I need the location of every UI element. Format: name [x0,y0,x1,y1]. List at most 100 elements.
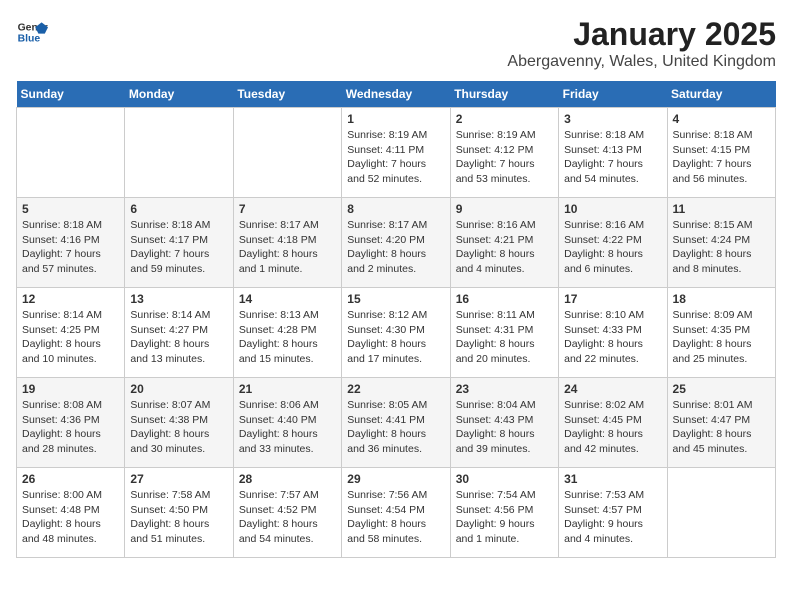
day-number: 15 [347,292,444,306]
day-header-sunday: Sunday [17,81,125,108]
calendar-cell: 13Sunrise: 8:14 AM Sunset: 4:27 PM Dayli… [125,288,233,378]
day-info: Sunrise: 8:19 AM Sunset: 4:11 PM Dayligh… [347,128,444,187]
day-info: Sunrise: 8:08 AM Sunset: 4:36 PM Dayligh… [22,398,119,457]
calendar-cell [667,468,775,558]
day-header-wednesday: Wednesday [342,81,450,108]
header: General Blue January 2025 Abergavenny, W… [16,16,776,71]
calendar-header-row: SundayMondayTuesdayWednesdayThursdayFrid… [17,81,776,108]
day-number: 12 [22,292,119,306]
day-number: 11 [673,202,770,216]
day-info: Sunrise: 8:01 AM Sunset: 4:47 PM Dayligh… [673,398,770,457]
day-info: Sunrise: 8:07 AM Sunset: 4:38 PM Dayligh… [130,398,227,457]
day-number: 4 [673,112,770,126]
calendar-cell: 6 Sunrise: 8:18 AM Sunset: 4:17 PM Daylig… [125,198,233,288]
calendar-cell: 24 Sunrise: 8:02 AM Sunset: 4:45 PM Dayli… [559,378,667,468]
day-info: Sunrise: 7:53 AM Sunset: 4:57 PM Dayligh… [564,488,661,547]
calendar-cell: 20Sunrise: 8:07 AM Sunset: 4:38 PM Dayli… [125,378,233,468]
day-header-tuesday: Tuesday [233,81,341,108]
calendar-cell: 2 Sunrise: 8:19 AM Sunset: 4:12 PM Daylig… [450,108,558,198]
day-info: Sunrise: 8:18 AM Sunset: 4:13 PM Dayligh… [564,128,661,187]
week-row-1: 1 Sunrise: 8:19 AM Sunset: 4:11 PM Daylig… [17,108,776,198]
day-number: 2 [456,112,553,126]
logo-icon: General Blue [16,16,48,48]
day-info: Sunrise: 8:15 AM Sunset: 4:24 PM Dayligh… [673,218,770,277]
calendar-cell: 15Sunrise: 8:12 AM Sunset: 4:30 PM Dayli… [342,288,450,378]
calendar-cell: 4Sunrise: 8:18 AM Sunset: 4:15 PM Daylig… [667,108,775,198]
title-area: January 2025 Abergavenny, Wales, United … [507,16,776,71]
calendar-cell: 3 Sunrise: 8:18 AM Sunset: 4:13 PM Daylig… [559,108,667,198]
page-subtitle: Abergavenny, Wales, United Kingdom [507,53,776,71]
calendar-table: SundayMondayTuesdayWednesdayThursdayFrid… [16,81,776,558]
day-number: 14 [239,292,336,306]
week-row-5: 26Sunrise: 8:00 AM Sunset: 4:48 PM Dayli… [17,468,776,558]
day-info: Sunrise: 7:58 AM Sunset: 4:50 PM Dayligh… [130,488,227,547]
page-title: January 2025 [507,16,776,53]
calendar-cell: 5 Sunrise: 8:18 AM Sunset: 4:16 PM Daylig… [17,198,125,288]
day-number: 19 [22,382,119,396]
day-number: 21 [239,382,336,396]
calendar-cell: 10Sunrise: 8:16 AM Sunset: 4:22 PM Dayli… [559,198,667,288]
day-number: 25 [673,382,770,396]
day-number: 7 [239,202,336,216]
day-info: Sunrise: 7:54 AM Sunset: 4:56 PM Dayligh… [456,488,553,547]
svg-text:Blue: Blue [18,34,41,45]
calendar-cell: 29 Sunrise: 7:56 AM Sunset: 4:54 PM Dayli… [342,468,450,558]
day-number: 28 [239,472,336,486]
day-info: Sunrise: 8:11 AM Sunset: 4:31 PM Dayligh… [456,308,553,367]
day-info: Sunrise: 8:16 AM Sunset: 4:22 PM Dayligh… [564,218,661,277]
day-info: Sunrise: 8:18 AM Sunset: 4:17 PM Dayligh… [130,218,227,277]
day-number: 8 [347,202,444,216]
day-number: 24 [564,382,661,396]
day-info: Sunrise: 8:17 AM Sunset: 4:20 PM Dayligh… [347,218,444,277]
calendar-cell: 28Sunrise: 7:57 AM Sunset: 4:52 PM Dayli… [233,468,341,558]
day-number: 22 [347,382,444,396]
day-number: 1 [347,112,444,126]
calendar-cell [233,108,341,198]
day-info: Sunrise: 8:09 AM Sunset: 4:35 PM Dayligh… [673,308,770,367]
day-number: 29 [347,472,444,486]
day-info: Sunrise: 8:06 AM Sunset: 4:40 PM Dayligh… [239,398,336,457]
calendar-cell [125,108,233,198]
calendar-cell: 14 Sunrise: 8:13 AM Sunset: 4:28 PM Dayli… [233,288,341,378]
day-info: Sunrise: 8:05 AM Sunset: 4:41 PM Dayligh… [347,398,444,457]
calendar-cell: 1 Sunrise: 8:19 AM Sunset: 4:11 PM Daylig… [342,108,450,198]
day-number: 5 [22,202,119,216]
day-number: 18 [673,292,770,306]
day-info: Sunrise: 8:14 AM Sunset: 4:27 PM Dayligh… [130,308,227,367]
calendar-cell: 25 Sunrise: 8:01 AM Sunset: 4:47 PM Dayli… [667,378,775,468]
logo: General Blue [16,16,48,48]
day-header-monday: Monday [125,81,233,108]
day-info: Sunrise: 8:18 AM Sunset: 4:16 PM Dayligh… [22,218,119,277]
calendar-cell: 21 Sunrise: 8:06 AM Sunset: 4:40 PM Dayli… [233,378,341,468]
calendar-cell: 19 Sunrise: 8:08 AM Sunset: 4:36 PM Dayli… [17,378,125,468]
calendar-body: 1 Sunrise: 8:19 AM Sunset: 4:11 PM Daylig… [17,108,776,558]
day-number: 6 [130,202,227,216]
calendar-cell: 8 Sunrise: 8:17 AM Sunset: 4:20 PM Daylig… [342,198,450,288]
day-info: Sunrise: 8:16 AM Sunset: 4:21 PM Dayligh… [456,218,553,277]
day-info: Sunrise: 8:04 AM Sunset: 4:43 PM Dayligh… [456,398,553,457]
calendar-cell: 26Sunrise: 8:00 AM Sunset: 4:48 PM Dayli… [17,468,125,558]
day-number: 9 [456,202,553,216]
day-number: 3 [564,112,661,126]
calendar-cell: 9 Sunrise: 8:16 AM Sunset: 4:21 PM Daylig… [450,198,558,288]
day-info: Sunrise: 8:19 AM Sunset: 4:12 PM Dayligh… [456,128,553,187]
calendar-cell: 30Sunrise: 7:54 AM Sunset: 4:56 PM Dayli… [450,468,558,558]
day-info: Sunrise: 7:56 AM Sunset: 4:54 PM Dayligh… [347,488,444,547]
calendar-cell: 23Sunrise: 8:04 AM Sunset: 4:43 PM Dayli… [450,378,558,468]
week-row-3: 12 Sunrise: 8:14 AM Sunset: 4:25 PM Dayli… [17,288,776,378]
day-info: Sunrise: 8:13 AM Sunset: 4:28 PM Dayligh… [239,308,336,367]
day-info: Sunrise: 8:14 AM Sunset: 4:25 PM Dayligh… [22,308,119,367]
calendar-cell: 17Sunrise: 8:10 AM Sunset: 4:33 PM Dayli… [559,288,667,378]
calendar-cell: 7 Sunrise: 8:17 AM Sunset: 4:18 PM Daylig… [233,198,341,288]
day-info: Sunrise: 8:02 AM Sunset: 4:45 PM Dayligh… [564,398,661,457]
day-header-thursday: Thursday [450,81,558,108]
day-number: 26 [22,472,119,486]
day-info: Sunrise: 8:17 AM Sunset: 4:18 PM Dayligh… [239,218,336,277]
calendar-cell: 18 Sunrise: 8:09 AM Sunset: 4:35 PM Dayli… [667,288,775,378]
week-row-2: 5 Sunrise: 8:18 AM Sunset: 4:16 PM Daylig… [17,198,776,288]
calendar-cell: 11 Sunrise: 8:15 AM Sunset: 4:24 PM Dayli… [667,198,775,288]
day-number: 31 [564,472,661,486]
day-info: Sunrise: 8:10 AM Sunset: 4:33 PM Dayligh… [564,308,661,367]
calendar-cell: 16Sunrise: 8:11 AM Sunset: 4:31 PM Dayli… [450,288,558,378]
calendar-cell: 31 Sunrise: 7:53 AM Sunset: 4:57 PM Dayli… [559,468,667,558]
